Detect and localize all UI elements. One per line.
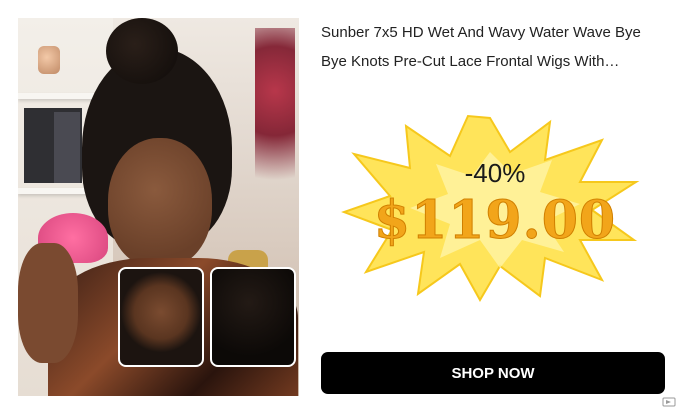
model-face (108, 138, 212, 268)
books (24, 108, 82, 183)
ad-choices-icon[interactable] (662, 396, 676, 408)
model-hand (18, 243, 78, 363)
thumbnail-back[interactable] (210, 267, 296, 367)
product-ad[interactable]: Sunber 7x5 HD Wet And Wavy Water Wave By… (0, 0, 682, 412)
hair-bun (106, 18, 178, 84)
product-photo[interactable] (18, 18, 299, 396)
decor-jar (38, 46, 60, 74)
shop-now-button[interactable]: SHOP NOW (321, 352, 665, 394)
product-title[interactable]: Sunber 7x5 HD Wet And Wavy Water Wave By… (321, 18, 667, 76)
dried-flowers (255, 28, 295, 238)
thumbnail-hairline[interactable] (118, 267, 204, 367)
price-label: $119.00 (373, 190, 617, 252)
discount-label: -40% (464, 158, 526, 188)
